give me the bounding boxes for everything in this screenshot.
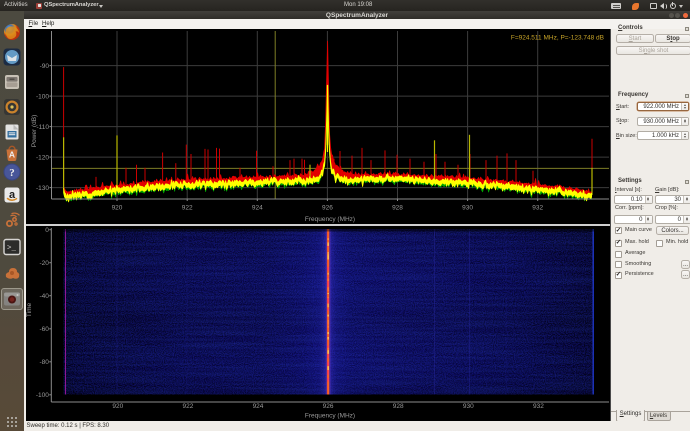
svg-text:930: 930 — [462, 205, 473, 212]
svg-text:926: 926 — [322, 205, 333, 212]
svg-text:932: 932 — [532, 205, 543, 212]
svg-text:-90: -90 — [40, 63, 50, 70]
svg-text:-20: -20 — [39, 260, 49, 267]
svg-text:-110: -110 — [36, 124, 49, 131]
svg-text:Power (dB): Power (dB) — [31, 115, 38, 148]
svg-text:A: A — [9, 150, 15, 160]
svg-text:-40: -40 — [39, 293, 49, 300]
svg-text:924: 924 — [252, 205, 263, 212]
svg-text:-120: -120 — [36, 154, 49, 161]
svg-text:924: 924 — [253, 403, 264, 410]
svg-text:928: 928 — [393, 403, 404, 410]
svg-text:Time: Time — [26, 303, 33, 318]
svg-text:-60: -60 — [39, 326, 49, 333]
svg-text:0: 0 — [45, 227, 49, 234]
svg-text:932: 932 — [533, 403, 544, 410]
svg-text:-80: -80 — [39, 359, 49, 366]
svg-text:922: 922 — [182, 205, 193, 212]
svg-text:?: ? — [9, 167, 15, 179]
svg-text:920: 920 — [112, 403, 123, 410]
svg-text:-100: -100 — [36, 93, 49, 100]
svg-text:928: 928 — [392, 205, 403, 212]
svg-text:922: 922 — [182, 403, 193, 410]
svg-text:F=924.511 MHz, P=-123.748 dB: F=924.511 MHz, P=-123.748 dB — [511, 35, 604, 42]
svg-text:-130: -130 — [36, 185, 49, 192]
svg-text:>_: >_ — [7, 245, 17, 253]
svg-text:Frequency (MHz): Frequency (MHz) — [305, 216, 355, 223]
svg-text:Frequency (MHz): Frequency (MHz) — [305, 413, 355, 420]
svg-text:920: 920 — [112, 205, 123, 212]
svg-text:930: 930 — [463, 403, 474, 410]
svg-text:-100: -100 — [36, 392, 49, 399]
svg-text:926: 926 — [323, 403, 334, 410]
